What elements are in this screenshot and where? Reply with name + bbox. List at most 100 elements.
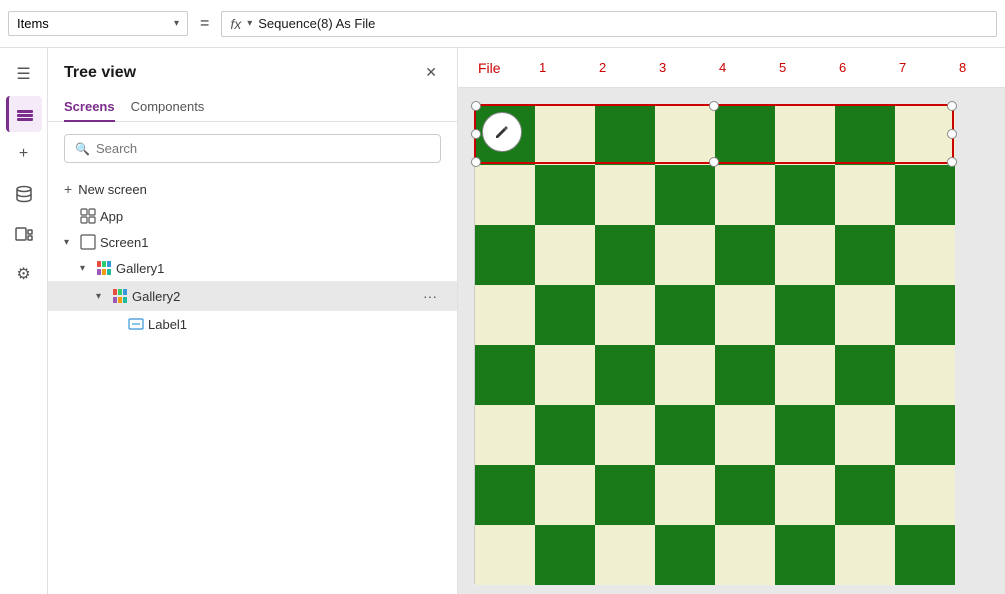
- more-options-button[interactable]: ···: [419, 286, 441, 306]
- screen-num-8: 8: [933, 60, 993, 75]
- checkerboard-cell: [535, 225, 595, 285]
- screen-num-5: 5: [753, 60, 813, 75]
- tree-title: Tree view: [64, 64, 136, 82]
- items-dropdown-label: Items: [17, 16, 168, 31]
- items-dropdown[interactable]: Items ▾: [8, 11, 188, 36]
- checkerboard-cell: [895, 285, 955, 345]
- checkerboard-cell: [715, 525, 775, 585]
- checkerboard-cell: [835, 405, 895, 465]
- screen-icon: [80, 234, 96, 250]
- checkerboard-cell: [775, 345, 835, 405]
- checkerboard-cell: [475, 525, 535, 585]
- checkerboard-cell: [475, 285, 535, 345]
- screen-num-2: 2: [573, 60, 633, 75]
- canvas-top-bar: File 1 2 3 4 5 6 7 8: [458, 48, 1005, 88]
- checkerboard-cell: [595, 405, 655, 465]
- checkerboard-cell: [475, 465, 535, 525]
- canvas-content[interactable]: [458, 88, 1005, 594]
- chevron-down-icon: ▾: [174, 18, 179, 29]
- checkerboard-cell: [895, 525, 955, 585]
- checkerboard-cell: [655, 405, 715, 465]
- new-screen-label: New screen: [78, 182, 147, 197]
- checkerboard-cell: [835, 465, 895, 525]
- tree-header: Tree view ✕: [48, 48, 457, 93]
- checkerboard-cell: [535, 105, 595, 165]
- checkerboard-cell: [715, 225, 775, 285]
- expand-gallery2-icon: ▾: [96, 291, 108, 302]
- checkerboard-cell: [835, 525, 895, 585]
- formula-text: Sequence(8) As File: [258, 16, 375, 31]
- gallery2-icon: [112, 288, 128, 304]
- checkerboard-cell: [715, 165, 775, 225]
- checkerboard-cell: [715, 285, 775, 345]
- checkerboard-cell: [895, 165, 955, 225]
- tree-item-label1[interactable]: Label1: [48, 311, 457, 337]
- screen-num-4: 4: [693, 60, 753, 75]
- tab-components[interactable]: Components: [131, 93, 205, 122]
- file-tab[interactable]: File: [466, 54, 513, 82]
- tree-panel: Tree view ✕ Screens Components 🔍 + New s…: [48, 48, 458, 594]
- checkerboard-cell: [715, 405, 775, 465]
- checkerboard-cell: [595, 465, 655, 525]
- checkerboard: [474, 104, 954, 584]
- layers-icon[interactable]: [6, 96, 42, 132]
- checkerboard-cell: [835, 165, 895, 225]
- checkerboard-cell: [775, 525, 835, 585]
- settings-icon[interactable]: ⚙: [6, 256, 42, 292]
- checkerboard-cell: [835, 285, 895, 345]
- checkerboard-wrapper: [474, 104, 954, 584]
- checkerboard-cell: [535, 405, 595, 465]
- fx-label: fx: [230, 16, 241, 32]
- tree-item-app[interactable]: App: [48, 203, 457, 229]
- plus-icon: +: [64, 181, 72, 197]
- tree-item-gallery2[interactable]: ▾ Gallery2 ···: [48, 281, 457, 311]
- tree-items: App ▾ Screen1 ▾: [48, 203, 457, 594]
- checkerboard-cell: [775, 285, 835, 345]
- search-icon: 🔍: [75, 142, 90, 156]
- checkerboard-cell: [655, 525, 715, 585]
- tree-item-screen1[interactable]: ▾ Screen1: [48, 229, 457, 255]
- add-screen-icon[interactable]: +: [6, 136, 42, 172]
- checkerboard-cell: [475, 105, 535, 165]
- search-input[interactable]: [96, 141, 430, 156]
- formula-chevron-icon: ▾: [247, 18, 252, 29]
- label-icon: [128, 316, 144, 332]
- screen-num-1: 1: [513, 60, 573, 75]
- media-icon[interactable]: [6, 216, 42, 252]
- gallery1-icon: [96, 260, 112, 276]
- checkerboard-cell: [475, 405, 535, 465]
- checkerboard-cell: [655, 465, 715, 525]
- checkerboard-cell: [835, 225, 895, 285]
- checkerboard-cell: [475, 225, 535, 285]
- checkerboard-cell: [775, 405, 835, 465]
- tab-screens[interactable]: Screens: [64, 93, 115, 122]
- screen-num-3: 3: [633, 60, 693, 75]
- checkerboard-cell: [835, 345, 895, 405]
- checkerboard-cell: [595, 285, 655, 345]
- tree-item-label1-label: Label1: [148, 317, 441, 332]
- screen-numbers: 1 2 3 4 5 6 7 8: [513, 60, 1005, 75]
- checkerboard-cell: [595, 105, 655, 165]
- checkerboard-cell: [895, 405, 955, 465]
- tree-item-app-label: App: [100, 209, 441, 224]
- checkerboard-cell: [535, 285, 595, 345]
- checkerboard-cell: [775, 465, 835, 525]
- checkerboard-cell: [475, 345, 535, 405]
- tree-item-gallery1[interactable]: ▾ Gallery1: [48, 255, 457, 281]
- new-screen-button[interactable]: + New screen: [48, 175, 457, 203]
- hamburger-menu-icon[interactable]: ☰: [6, 56, 42, 92]
- top-bar: Items ▾ = fx ▾ Sequence(8) As File: [0, 0, 1005, 48]
- checkerboard-cell: [655, 165, 715, 225]
- tree-tabs: Screens Components: [48, 93, 457, 122]
- checkerboard-cell: [595, 225, 655, 285]
- checkerboard-cell: [655, 345, 715, 405]
- main-area: ☰ + ⚙ Tree view: [0, 48, 1005, 594]
- checkerboard-cell: [535, 525, 595, 585]
- database-icon[interactable]: [6, 176, 42, 212]
- checkerboard-cell: [775, 165, 835, 225]
- close-button[interactable]: ✕: [421, 60, 441, 85]
- checkerboard-cell: [595, 345, 655, 405]
- expand-gallery1-icon: ▾: [80, 263, 92, 274]
- formula-bar[interactable]: fx ▾ Sequence(8) As File: [221, 11, 997, 37]
- tree-item-gallery2-label: Gallery2: [132, 289, 415, 304]
